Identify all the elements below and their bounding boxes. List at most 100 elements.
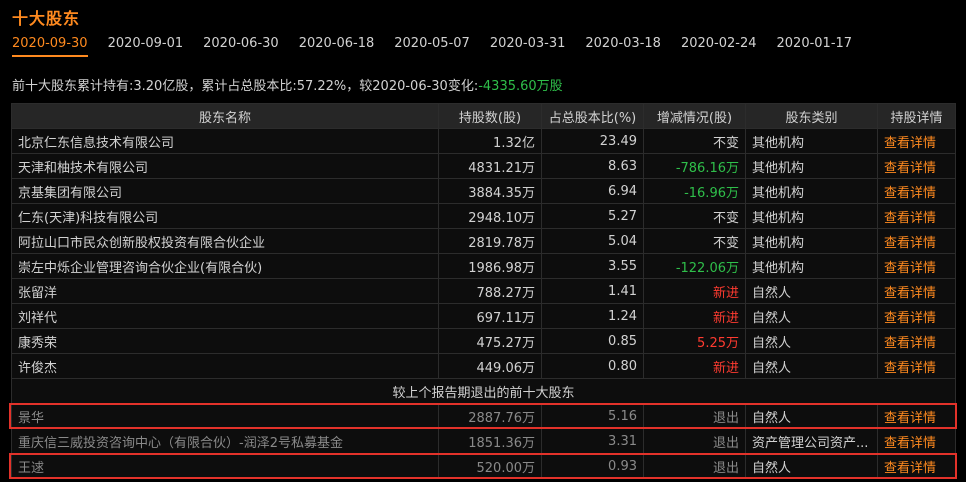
- share-count: 4831.21万: [438, 153, 542, 179]
- view-detail-link[interactable]: 查看详情: [877, 303, 956, 329]
- table-row: 崇左中烁企业管理咨询合伙企业(有限合伙) 1986.98万 3.55 -122.06万…: [11, 253, 956, 279]
- summary-change: -4335.60万股: [478, 79, 563, 94]
- change-status: 不变: [643, 228, 746, 254]
- tab-2020-05-07[interactable]: 2020-05-07: [394, 36, 470, 57]
- holder-name: 康秀荣: [11, 328, 439, 354]
- share-percent: 0.80: [541, 353, 644, 379]
- holders-panel: 十大股东 2020-09-30 2020-09-01 2020-06-30 2020-…: [0, 0, 966, 482]
- share-count: 449.06万: [438, 353, 542, 379]
- column-header: 占总股本比(%): [541, 103, 644, 129]
- change-status: 退出: [643, 453, 746, 479]
- tab-2020-03-31[interactable]: 2020-03-31: [490, 36, 566, 57]
- share-count: 475.27万: [438, 328, 542, 354]
- exited-row: 王逑 520.00万 0.93 退出 自然人 查看详情: [11, 453, 956, 479]
- share-count: 1.32亿: [438, 128, 542, 154]
- holder-category: 其他机构: [745, 153, 878, 179]
- share-percent: 1.41: [541, 278, 644, 304]
- table-row: 张留洋 788.27万 1.41 新进 自然人 查看详情: [11, 278, 956, 304]
- tab-2020-06-18[interactable]: 2020-06-18: [299, 36, 375, 57]
- share-count: 520.00万: [438, 453, 542, 479]
- share-count: 2887.76万: [438, 403, 542, 429]
- share-percent: 1.24: [541, 303, 644, 329]
- exited-row: 景华 2887.76万 5.16 退出 自然人 查看详情: [11, 403, 956, 429]
- holder-category: 其他机构: [745, 228, 878, 254]
- share-percent: 6.94: [541, 178, 644, 204]
- holder-category: 其他机构: [745, 178, 878, 204]
- share-percent: 5.27: [541, 203, 644, 229]
- holder-name: 北京仁东信息技术有限公司: [11, 128, 439, 154]
- change-status: 退出: [643, 403, 746, 429]
- holder-category: 自然人: [745, 278, 878, 304]
- view-detail-link[interactable]: 查看详情: [877, 453, 956, 479]
- view-detail-link[interactable]: 查看详情: [877, 428, 956, 454]
- holder-name: 崇左中烁企业管理咨询合伙企业(有限合伙): [11, 253, 439, 279]
- view-detail-link[interactable]: 查看详情: [877, 353, 956, 379]
- column-header: 增减情况(股): [643, 103, 746, 129]
- table-row: 刘祥代 697.11万 1.24 新进 自然人 查看详情: [11, 303, 956, 329]
- share-percent: 5.16: [541, 403, 644, 429]
- holder-category: 自然人: [745, 403, 878, 429]
- tab-2020-09-01[interactable]: 2020-09-01: [108, 36, 184, 57]
- share-count: 3884.35万: [438, 178, 542, 204]
- table-row: 康秀荣 475.27万 0.85 5.25万 自然人 查看详情: [11, 328, 956, 354]
- tab-2020-09-30[interactable]: 2020-09-30: [12, 36, 88, 57]
- holder-category: 资产管理公司资产...: [745, 428, 878, 454]
- holder-name: 刘祥代: [11, 303, 439, 329]
- view-detail-link[interactable]: 查看详情: [877, 228, 956, 254]
- share-count: 2819.78万: [438, 228, 542, 254]
- change-status: 新进: [643, 278, 746, 304]
- change-status: -786.16万: [643, 153, 746, 179]
- holder-name: 许俊杰: [11, 353, 439, 379]
- view-detail-link[interactable]: 查看详情: [877, 253, 956, 279]
- share-percent: 0.85: [541, 328, 644, 354]
- column-header: 股东名称: [11, 103, 439, 129]
- share-count: 2948.10万: [438, 203, 542, 229]
- holder-name: 京基集团有限公司: [11, 178, 439, 204]
- share-percent: 23.49: [541, 128, 644, 154]
- table-header: 股东名称 持股数(股) 占总股本比(%) 增减情况(股) 股东类别 持股详情: [11, 103, 956, 129]
- share-percent: 0.93: [541, 453, 644, 479]
- change-status: 不变: [643, 203, 746, 229]
- holder-category: 自然人: [745, 303, 878, 329]
- holder-name: 天津和柚技术有限公司: [11, 153, 439, 179]
- table-row: 许俊杰 449.06万 0.80 新进 自然人 查看详情: [11, 353, 956, 379]
- column-header: 持股数(股): [438, 103, 542, 129]
- change-status: 不变: [643, 128, 746, 154]
- section-title: 十大股东: [12, 9, 81, 28]
- holder-category: 其他机构: [745, 253, 878, 279]
- view-detail-link[interactable]: 查看详情: [877, 178, 956, 204]
- holder-name: 张留洋: [11, 278, 439, 304]
- share-count: 1986.98万: [438, 253, 542, 279]
- share-percent: 3.55: [541, 253, 644, 279]
- view-detail-link[interactable]: 查看详情: [877, 328, 956, 354]
- exited-divider-row: 较上个报告期退出的前十大股东: [11, 378, 956, 404]
- holder-name: 阿拉山口市民众创新股权投资有限合伙企业: [11, 228, 439, 254]
- exited-row: 重庆信三威投资咨询中心（有限合伙）-润泽2号私募基金 1851.36万 3.31 退出…: [11, 428, 956, 454]
- view-detail-link[interactable]: 查看详情: [877, 403, 956, 429]
- tab-2020-06-30[interactable]: 2020-06-30: [203, 36, 279, 57]
- table-row: 京基集团有限公司 3884.35万 6.94 -16.96万 其他机构 查看详情: [11, 178, 956, 204]
- holder-category: 自然人: [745, 353, 878, 379]
- view-detail-link[interactable]: 查看详情: [877, 203, 956, 229]
- change-status: 新进: [643, 353, 746, 379]
- table-row: 阿拉山口市民众创新股权投资有限合伙企业 2819.78万 5.04 不变 其他机构 查看详…: [11, 228, 956, 254]
- summary-text: 前十大股东累计持有:3.20亿股，累计占总股本比:57.22%，较2020-06…: [12, 79, 479, 94]
- holder-name: 王逑: [11, 453, 439, 479]
- change-status: 退出: [643, 428, 746, 454]
- view-detail-link[interactable]: 查看详情: [877, 278, 956, 304]
- view-detail-link[interactable]: 查看详情: [877, 153, 956, 179]
- holder-category: 自然人: [745, 328, 878, 354]
- share-percent: 3.31: [541, 428, 644, 454]
- holder-name: 景华: [11, 403, 439, 429]
- column-header: 股东类别: [745, 103, 878, 129]
- tab-2020-03-18[interactable]: 2020-03-18: [585, 36, 661, 57]
- tab-2020-02-24[interactable]: 2020-02-24: [681, 36, 757, 57]
- share-count: 697.11万: [438, 303, 542, 329]
- change-status: 新进: [643, 303, 746, 329]
- tab-2020-01-17[interactable]: 2020-01-17: [777, 36, 853, 57]
- report-date-tabs: 2020-09-30 2020-09-01 2020-06-30 2020-06-18…: [12, 36, 872, 57]
- table-row: 天津和柚技术有限公司 4831.21万 8.63 -786.16万 其他机构 查看详情: [11, 153, 956, 179]
- share-percent: 8.63: [541, 153, 644, 179]
- view-detail-link[interactable]: 查看详情: [877, 128, 956, 154]
- holder-name: 重庆信三威投资咨询中心（有限合伙）-润泽2号私募基金: [11, 428, 439, 454]
